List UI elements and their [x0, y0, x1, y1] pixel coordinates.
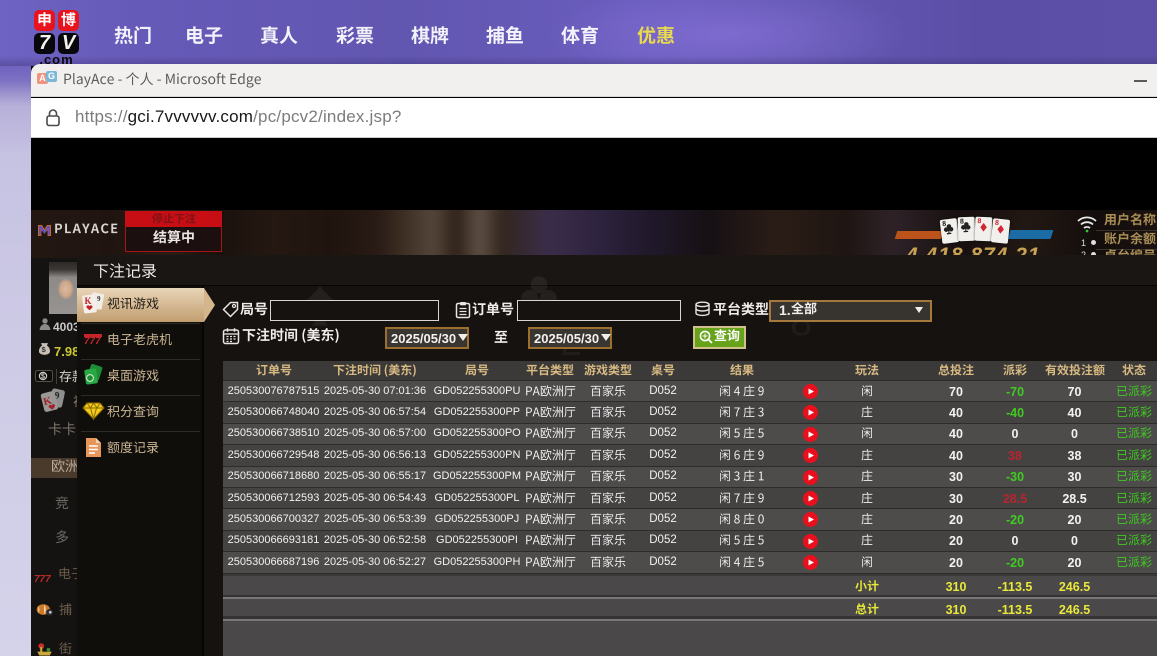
svg-text:8: 8	[995, 220, 1000, 227]
svg-text:777: 777	[84, 336, 101, 347]
svg-text:K: K	[85, 296, 92, 306]
svg-text:$: $	[42, 345, 47, 354]
svg-text:8: 8	[977, 218, 981, 225]
svg-text:8: 8	[960, 218, 964, 225]
svg-text:9: 9	[97, 295, 101, 303]
svg-text:8: 8	[942, 221, 947, 228]
svg-text:$: $	[41, 374, 45, 381]
